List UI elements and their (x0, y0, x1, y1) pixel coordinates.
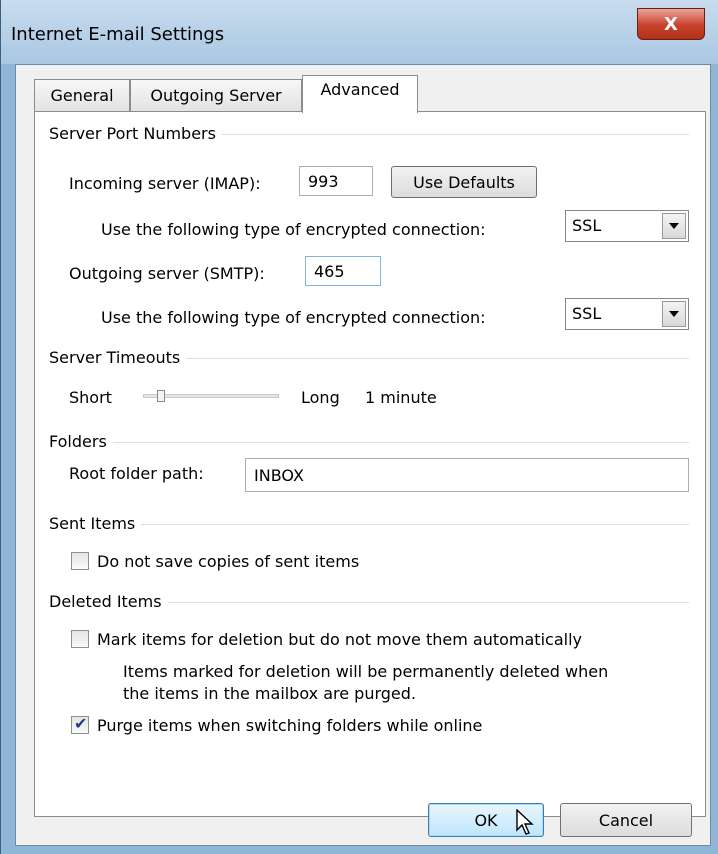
incoming-encryption-label: Use the following type of encrypted conn… (101, 220, 486, 239)
group-title-server-timeouts: Server Timeouts (49, 348, 187, 367)
mark-for-deletion-checkbox[interactable] (71, 630, 89, 648)
title-bar[interactable]: Internet E-mail Settings X (1, 0, 718, 64)
outgoing-server-label: Outgoing server (SMTP): (69, 264, 265, 283)
outgoing-encryption-select[interactable]: SSL (565, 298, 689, 330)
purge-items-label[interactable]: Purge items when switching folders while… (97, 716, 482, 735)
window-title: Internet E-mail Settings (11, 24, 225, 45)
close-button[interactable]: X (637, 8, 705, 40)
dialog-client: General Outgoing Server Advanced Server … (15, 64, 711, 846)
purge-items-checkbox[interactable]: ✔ (71, 714, 89, 734)
advanced-panel: Server Port Numbers Incoming server (IMA… (34, 111, 706, 817)
no-copies-checkbox[interactable] (71, 552, 89, 570)
outgoing-encryption-value: SSL (572, 304, 602, 323)
use-defaults-button[interactable]: Use Defaults (391, 166, 537, 198)
deletion-info-line2: the items in the mailbox are purged. (123, 684, 417, 703)
outgoing-encryption-label: Use the following type of encrypted conn… (101, 308, 486, 327)
root-folder-input[interactable] (245, 458, 689, 492)
group-title-server-ports: Server Port Numbers (49, 124, 222, 143)
group-divider (49, 442, 689, 443)
checkmark-icon: ✔ (74, 714, 88, 733)
incoming-server-label: Incoming server (IMAP): (69, 174, 261, 193)
incoming-encryption-select[interactable]: SSL (565, 210, 689, 242)
timeout-slider-thumb[interactable] (156, 390, 165, 402)
incoming-port-input[interactable] (299, 166, 373, 196)
chevron-down-icon[interactable] (662, 213, 686, 239)
timeout-short-label: Short (69, 388, 112, 407)
mark-for-deletion-label[interactable]: Mark items for deletion but do not move … (97, 630, 582, 649)
group-title-sent-items: Sent Items (49, 514, 142, 533)
incoming-encryption-value: SSL (572, 216, 602, 235)
mouse-pointer-icon (516, 809, 534, 835)
timeout-value: 1 minute (365, 388, 437, 407)
group-divider (49, 524, 689, 525)
timeout-long-label: Long (301, 388, 340, 407)
outgoing-port-input[interactable] (305, 256, 381, 286)
group-title-deleted-items: Deleted Items (49, 592, 168, 611)
deletion-info-line1: Items marked for deletion will be perman… (123, 662, 609, 681)
chevron-down-icon[interactable] (662, 301, 686, 327)
close-icon: X (664, 13, 678, 35)
group-title-folders: Folders (49, 432, 113, 451)
tab-general[interactable]: General (34, 79, 130, 111)
tab-advanced[interactable]: Advanced (302, 75, 418, 113)
dialog-window: Internet E-mail Settings X General Outgo… (0, 0, 718, 854)
tab-outgoing-server[interactable]: Outgoing Server (130, 79, 302, 111)
no-copies-label[interactable]: Do not save copies of sent items (97, 552, 359, 571)
root-folder-label: Root folder path: (69, 464, 204, 483)
cancel-button[interactable]: Cancel (560, 803, 692, 837)
